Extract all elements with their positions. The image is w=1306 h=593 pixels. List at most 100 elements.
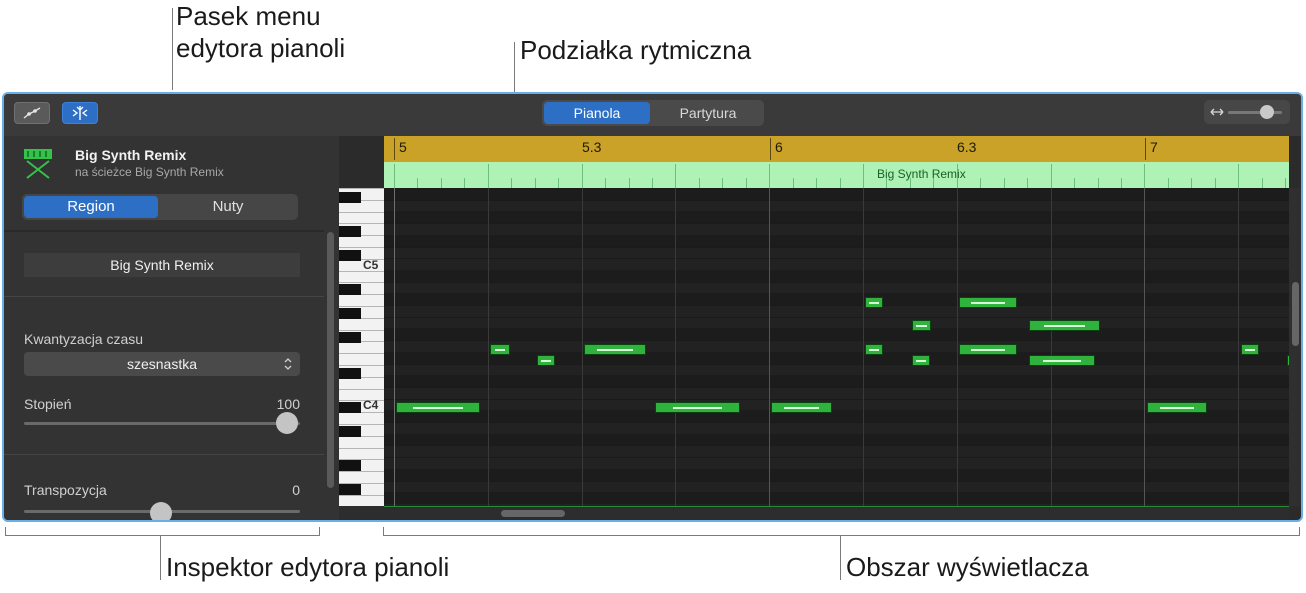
region-tick (1098, 178, 1099, 188)
zoom-slider-thumb[interactable] (1260, 105, 1274, 119)
region-tick (863, 164, 864, 188)
midi-note[interactable] (490, 344, 510, 355)
callout-menu-bar-line1: Pasek menu (176, 1, 321, 31)
region-tick (394, 164, 395, 188)
track-name: Big Synth Remix (75, 147, 187, 163)
midi-note[interactable] (584, 344, 646, 355)
grid-row-line (384, 445, 1289, 446)
white-key-separator (339, 353, 384, 354)
midi-note[interactable] (959, 344, 1017, 355)
white-key-separator (339, 223, 384, 224)
grid-beat-line (769, 188, 770, 506)
region-tick (1191, 178, 1192, 188)
display-bracket (383, 535, 1300, 536)
midi-note[interactable] (771, 402, 832, 413)
grid-row-line (384, 387, 1289, 388)
strength-slider-thumb[interactable] (276, 412, 298, 434)
white-key-separator (339, 282, 384, 283)
midi-note[interactable] (865, 297, 883, 308)
tab-notes[interactable]: Nuty (160, 196, 296, 218)
grid-row-line (384, 282, 1289, 283)
grid-beat-line (1144, 188, 1145, 506)
note-velocity-bar (916, 325, 927, 327)
note-velocity-bar (916, 360, 926, 362)
black-key[interactable] (339, 308, 361, 319)
region-tick (793, 178, 794, 188)
transpose-label: Transpozycja (24, 482, 107, 498)
vertical-scroll-thumb[interactable] (1292, 282, 1299, 346)
bar-ruler[interactable]: 5 5.3 6 6.3 7 (384, 136, 1289, 162)
piano-keyboard[interactable]: C5 C4 (339, 188, 384, 506)
white-key-separator (339, 212, 384, 213)
grid-row-line (384, 223, 1289, 224)
black-key[interactable] (339, 226, 361, 237)
callout-display: Obszar wyświetlacza (846, 552, 1089, 582)
region-name-label: Big Synth Remix (877, 167, 966, 181)
grid-beat-line (488, 188, 489, 506)
midi-note[interactable] (1029, 320, 1100, 331)
midi-note[interactable] (1241, 344, 1259, 355)
playhead-line (394, 188, 395, 506)
horizontal-scrollbar[interactable] (339, 506, 1289, 520)
transpose-value: 0 (292, 482, 300, 498)
midi-note[interactable] (1147, 402, 1207, 413)
midi-note[interactable] (865, 344, 883, 355)
black-key[interactable] (339, 250, 361, 261)
midi-note[interactable] (537, 355, 555, 366)
black-key[interactable] (339, 284, 361, 295)
black-key[interactable] (339, 192, 361, 203)
region-tick (535, 178, 536, 188)
vertical-scrollbar[interactable] (1289, 188, 1301, 506)
midi-note[interactable] (912, 320, 931, 331)
black-key[interactable] (339, 332, 361, 343)
grid-row-line (384, 235, 1289, 247)
grid-row-line (384, 188, 1289, 200)
ruler-label: 5.3 (582, 139, 602, 155)
region-tick (629, 178, 630, 188)
tab-piano-roll[interactable]: Pianola (544, 102, 650, 124)
midi-note[interactable] (959, 297, 1017, 308)
region-name-field[interactable]: Big Synth Remix (24, 253, 300, 277)
catch-playhead-button[interactable] (62, 102, 98, 124)
grid-row-line (384, 469, 1289, 481)
callout-menu-bar-leader (172, 8, 173, 90)
strength-slider-track[interactable] (24, 422, 300, 425)
midi-note[interactable] (655, 402, 740, 413)
note-velocity-bar (869, 302, 879, 304)
midi-note[interactable] (1029, 355, 1095, 366)
display-bracket-right (1299, 527, 1300, 536)
black-key[interactable] (339, 368, 361, 379)
inspector-scrollbar[interactable] (327, 232, 334, 488)
note-velocity-bar (971, 349, 1005, 351)
ruler-tick (394, 138, 395, 160)
note-velocity-bar (672, 407, 723, 409)
midi-note[interactable] (396, 402, 480, 413)
note-velocity-bar (783, 407, 820, 409)
white-key-separator (339, 330, 384, 331)
midi-note[interactable] (912, 355, 930, 366)
black-key[interactable] (339, 484, 361, 495)
grid-row-line (384, 364, 1289, 365)
region-tick (1238, 164, 1239, 188)
automation-button[interactable] (14, 102, 50, 124)
grid-row-line (384, 293, 1289, 305)
display-area[interactable] (384, 188, 1289, 506)
region-tick (417, 178, 418, 188)
white-key-separator (339, 471, 384, 472)
tab-region[interactable]: Region (24, 196, 158, 218)
black-key[interactable] (339, 426, 361, 437)
horizontal-scroll-thumb[interactable] (501, 510, 565, 517)
inspector-divider (4, 230, 324, 232)
quantize-select[interactable]: szesnastka (24, 352, 300, 376)
region-tick (652, 178, 653, 188)
display-bracket-left (383, 527, 384, 536)
transpose-slider-thumb[interactable] (150, 502, 172, 520)
tab-score[interactable]: Partytura (654, 102, 762, 124)
note-velocity-bar (494, 349, 506, 351)
region-header[interactable]: Big Synth Remix (384, 162, 1289, 188)
black-key[interactable] (339, 460, 361, 471)
region-tick (769, 164, 770, 188)
black-key[interactable] (339, 402, 361, 413)
region-tick (582, 164, 583, 188)
ruler-label: 6.3 (957, 139, 977, 155)
